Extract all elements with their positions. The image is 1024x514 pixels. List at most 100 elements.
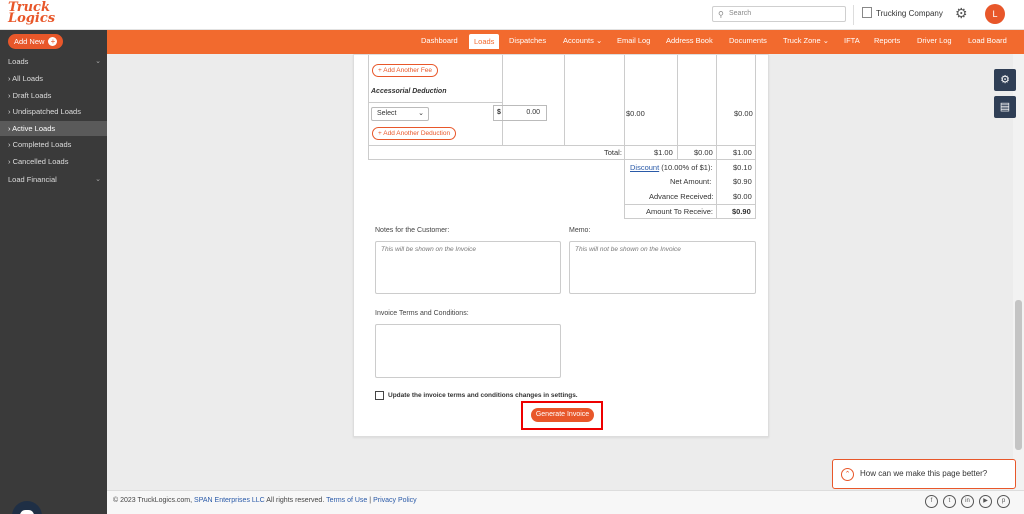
memo-placeholder: This will not be shown on the Invoice <box>575 246 681 253</box>
feedback-widget[interactable]: ⌃ How can we make this page better? <box>832 459 1016 489</box>
discount-link[interactable]: Discount <box>630 163 659 172</box>
chevron-right-icon: › <box>8 157 11 166</box>
plus-icon: + <box>48 37 58 46</box>
sidebar-item-load-financial[interactable]: Load Financial ⌄ <box>0 172 107 187</box>
table-border <box>564 55 565 145</box>
update-terms-checkbox[interactable] <box>375 391 384 400</box>
sidebar-item-undispatched-loads[interactable]: › Undispatched Loads <box>0 104 107 119</box>
terms-textarea[interactable] <box>375 324 561 378</box>
nav-driver-log[interactable]: Driver Log <box>917 36 952 45</box>
notes-float-button[interactable]: ▤ <box>994 96 1016 118</box>
update-terms-label: Update the invoice terms and conditions … <box>388 392 578 399</box>
search-input[interactable]: ⚲ Search <box>712 6 846 22</box>
sidebar-item-active-loads[interactable]: › Active Loads <box>0 121 107 136</box>
add-new-button[interactable]: Add New + <box>8 34 64 49</box>
add-another-fee-button[interactable]: + Add Another Fee <box>372 64 439 77</box>
memo-label: Memo: <box>569 227 591 234</box>
generate-invoice-button[interactable]: Generate Invoice <box>531 408 594 422</box>
nav-dashboard[interactable]: Dashboard <box>421 36 458 45</box>
linkedin-icon[interactable]: in <box>961 495 974 508</box>
privacy-link[interactable]: Privacy Policy <box>373 497 417 504</box>
sidebar-item-completed-loads[interactable]: › Completed Loads <box>0 137 107 152</box>
memo-textarea[interactable]: This will not be shown on the Invoice <box>569 241 756 294</box>
sidebar-item-draft-loads[interactable]: › Draft Loads <box>0 88 107 103</box>
table-border <box>368 102 502 103</box>
deduction-amount-input[interactable]: $ 0.00 <box>493 105 547 121</box>
settings-float-button[interactable]: ⚙ <box>994 69 1016 91</box>
building-icon <box>862 7 872 18</box>
net-amount-value: $0.90 <box>733 177 752 186</box>
nav-dispatches[interactable]: Dispatches <box>509 36 546 45</box>
total-paid: $0.00 <box>694 148 713 157</box>
nav-accounts[interactable]: Accounts ⌄ <box>563 36 602 45</box>
plus-icon: + <box>378 67 382 74</box>
nav-email-log[interactable]: Email Log <box>617 36 650 45</box>
amount-value: 0.00 <box>526 109 540 116</box>
notes-label: Notes for the Customer: <box>375 227 450 234</box>
plus-icon: + <box>378 130 382 137</box>
copyright: © 2023 TruckLogics.com, SPAN Enterprises… <box>113 497 417 504</box>
chevron-down-icon: ⌄ <box>95 58 101 65</box>
sidebar-item-label: Cancelled Loads <box>12 157 69 166</box>
footer: © 2023 TruckLogics.com, SPAN Enterprises… <box>107 490 1024 514</box>
nav-ifta[interactable]: IFTA <box>844 36 860 45</box>
terms-link[interactable]: Terms of Use <box>326 497 367 504</box>
discount-note: (10.00% of $1): <box>661 163 713 172</box>
facebook-icon[interactable]: f <box>925 495 938 508</box>
nav-reports[interactable]: Reports <box>874 36 900 45</box>
nav-load-board[interactable]: Load Board <box>968 36 1007 45</box>
chevron-right-icon: › <box>8 91 11 100</box>
chevron-down-icon: ⌄ <box>95 176 101 183</box>
invoice-card: + Add Another Fee Accessorial Deduction … <box>353 54 769 437</box>
trucklogics-logo[interactable]: Truck Logics <box>8 1 62 28</box>
deduction-select[interactable]: Select ⌄ <box>371 107 429 121</box>
chat-button[interactable] <box>12 501 42 514</box>
pinterest-icon[interactable]: p <box>997 495 1010 508</box>
chevron-right-icon: › <box>8 140 11 149</box>
table-border <box>368 159 756 160</box>
chevron-right-icon: › <box>8 124 11 133</box>
nav-address-book[interactable]: Address Book <box>666 36 713 45</box>
youtube-icon[interactable]: ▶ <box>979 495 992 508</box>
advance-received-label: Advance Received: <box>649 192 714 201</box>
sidebar-item-loads[interactable]: Loads ⌄ <box>0 54 107 69</box>
nav-loads[interactable]: Loads <box>469 34 500 49</box>
main-content: + Add Another Fee Accessorial Deduction … <box>107 54 1012 490</box>
nav-truck-zone[interactable]: Truck Zone ⌄ <box>783 36 829 45</box>
gear-icon[interactable]: ⚙ <box>955 5 968 22</box>
total-label: Total: <box>604 148 622 157</box>
accessorial-deduction-heading: Accessorial Deduction <box>371 88 447 95</box>
currency-symbol: $ <box>497 109 501 116</box>
chat-bubble-icon <box>20 510 34 514</box>
rights-text: All rights reserved. <box>266 497 325 504</box>
table-border <box>755 55 756 219</box>
avatar[interactable]: L <box>985 4 1005 24</box>
sidebar-item-cancelled-loads[interactable]: › Cancelled Loads <box>0 154 107 169</box>
total-final: $1.00 <box>733 148 752 157</box>
table-border <box>368 145 756 146</box>
amount-to-receive-label: Amount To Receive: <box>646 207 713 216</box>
sidebar-item-label: All Loads <box>12 74 44 83</box>
chevron-down-icon: ⌄ <box>418 110 424 117</box>
chevron-up-icon: ⌃ <box>841 468 854 481</box>
notes-textarea[interactable]: This will be shown on the Invoice <box>375 241 561 294</box>
sidebar-item-label: Completed Loads <box>12 140 72 149</box>
twitter-icon[interactable]: t <box>943 495 956 508</box>
top-header: Truck Logics ⚲ Search Trucking Company ⚙… <box>0 0 1024 30</box>
sidebar-item-label: Draft Loads <box>12 91 52 100</box>
deduction-amount-total: $0.00 <box>626 109 645 118</box>
company-switcher[interactable]: Trucking Company <box>862 7 943 18</box>
nav-truck-zone-label: Truck Zone <box>783 36 821 45</box>
advance-received-value: $0.00 <box>733 192 752 201</box>
add-deduction-label: Add Another Deduction <box>383 130 451 137</box>
add-another-deduction-button[interactable]: + Add Another Deduction <box>372 127 457 140</box>
logo-line-2: Logics <box>8 11 56 26</box>
nav-documents[interactable]: Documents <box>729 36 767 45</box>
scrollbar-thumb[interactable] <box>1015 300 1022 450</box>
sidebar-item-all-loads[interactable]: › All Loads <box>0 71 107 86</box>
discount-row: Discount (10.00% of $1): <box>630 163 713 172</box>
span-enterprises-link[interactable]: SPAN Enterprises LLC <box>194 497 265 504</box>
table-border <box>368 55 369 159</box>
total-amount: $1.00 <box>654 148 673 157</box>
document-icon: ▤ <box>999 101 1011 113</box>
